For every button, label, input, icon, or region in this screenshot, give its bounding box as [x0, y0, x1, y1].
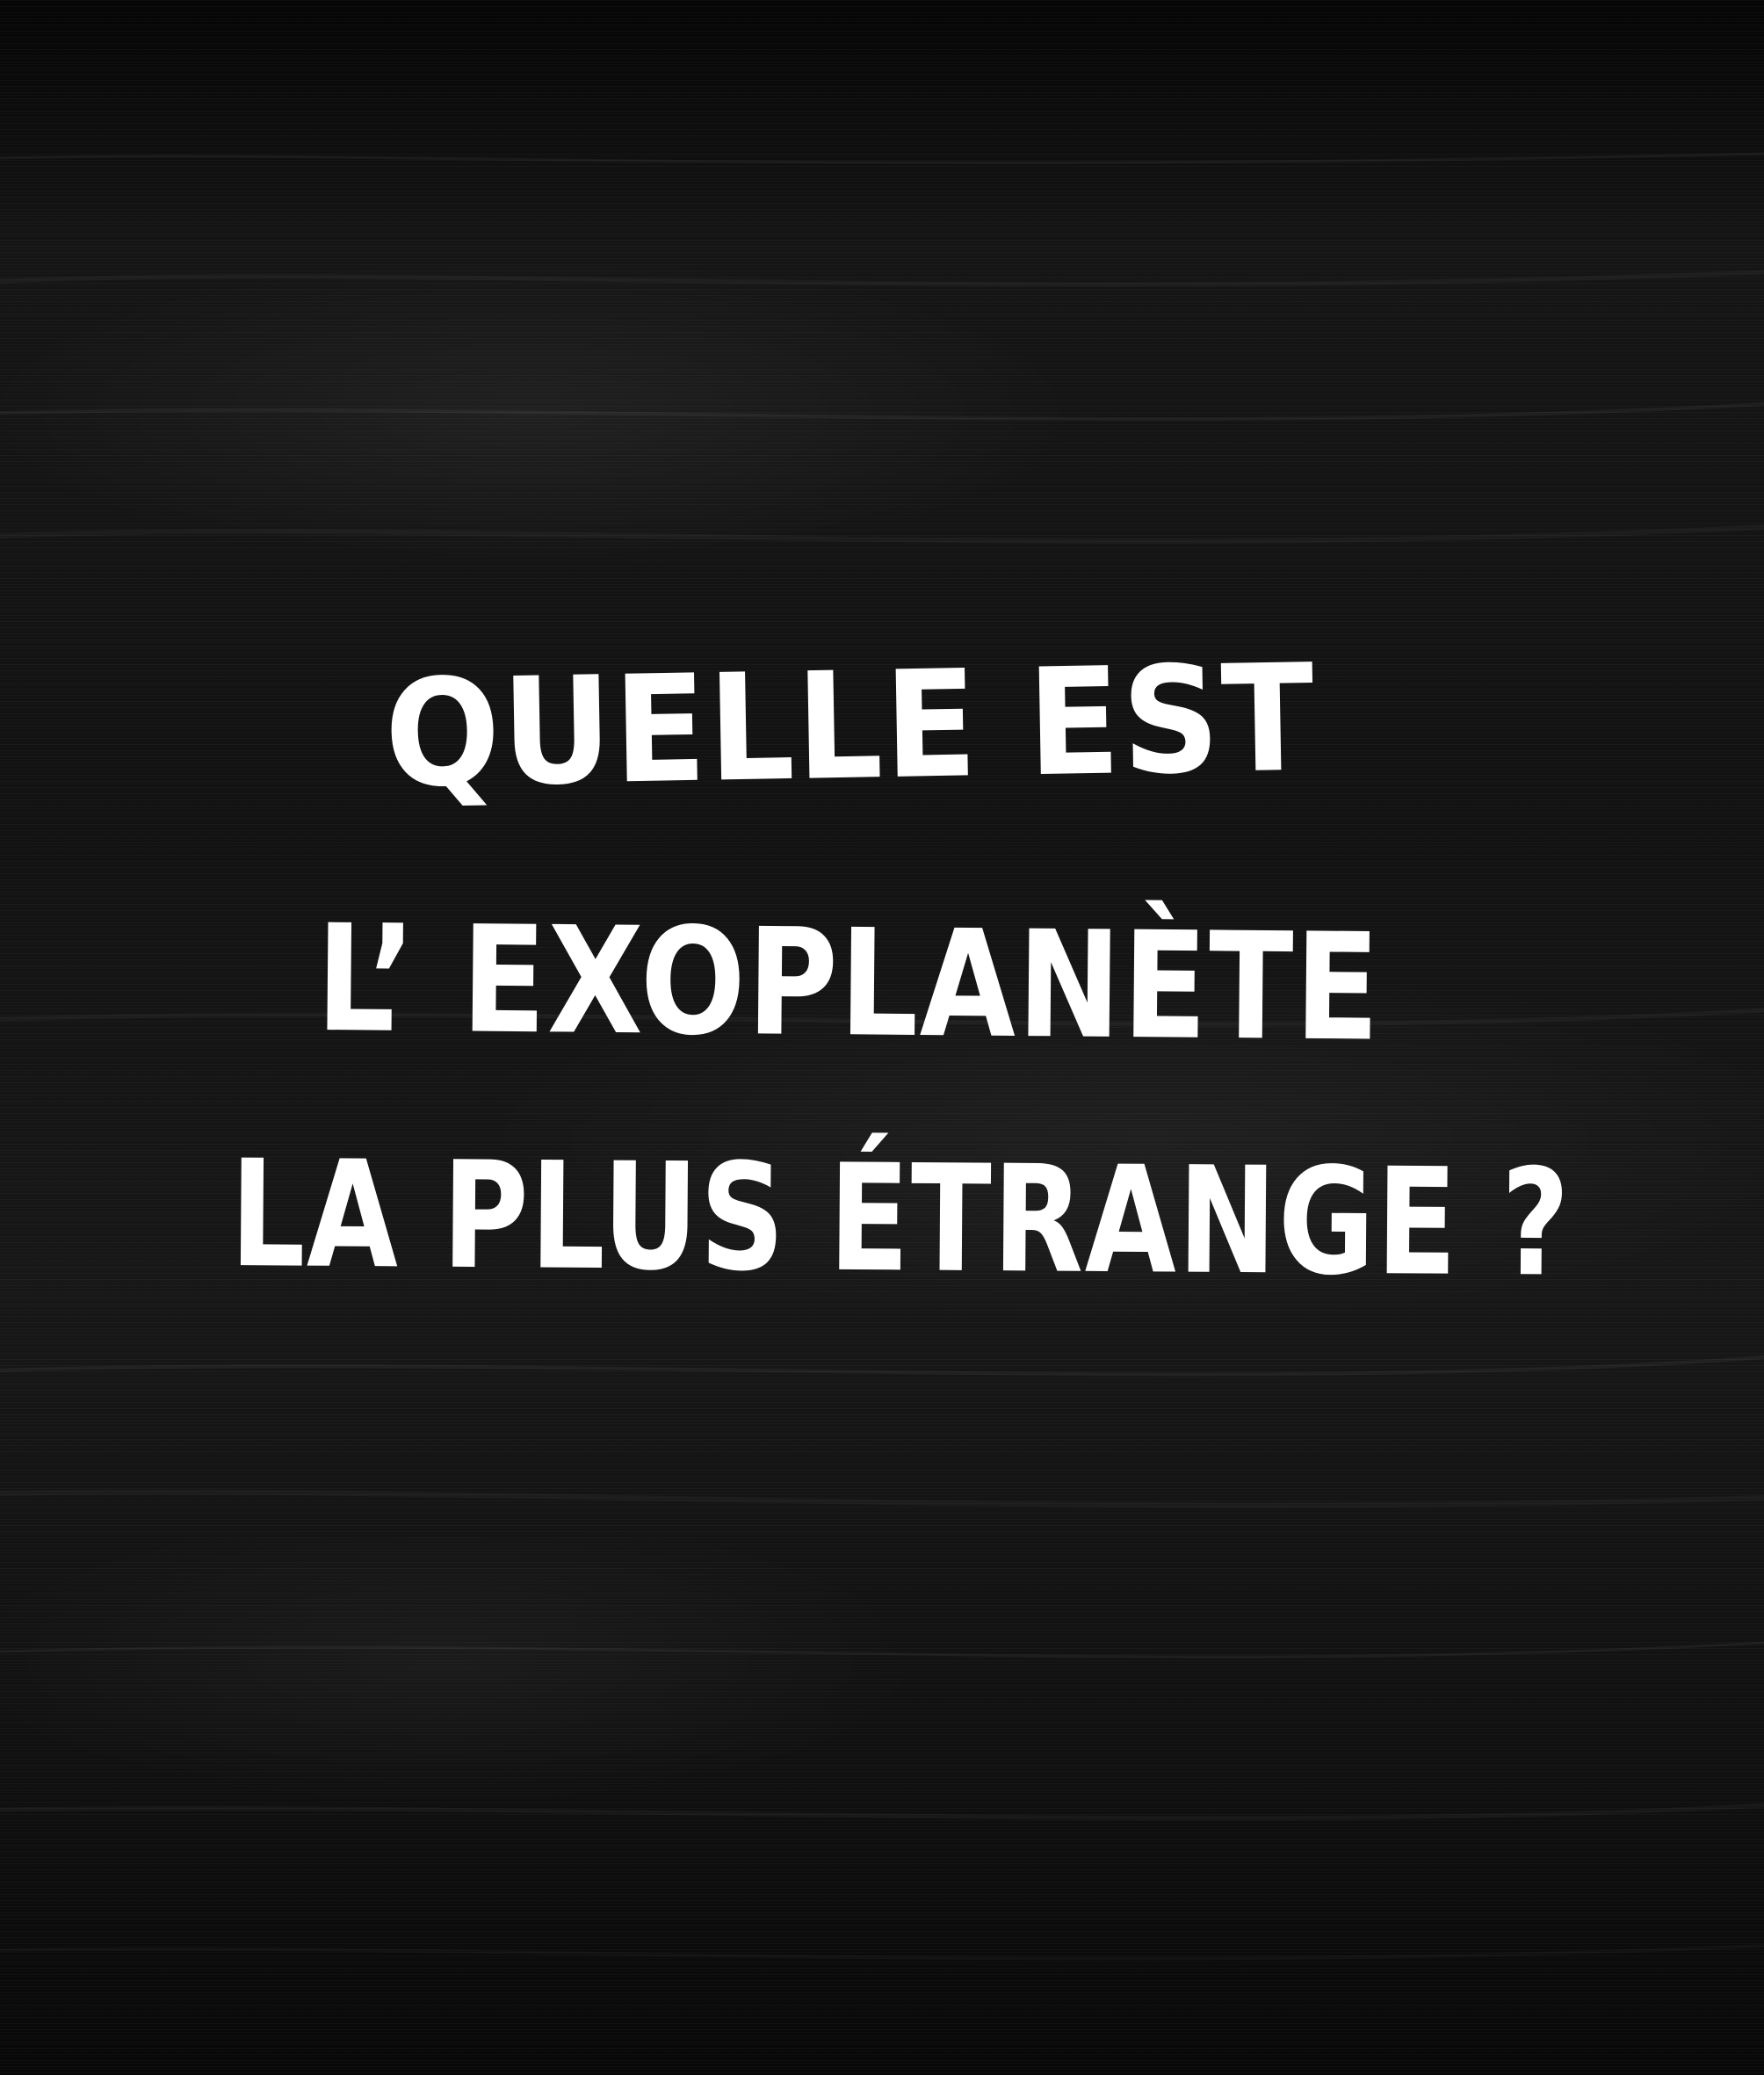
headline-line-1: QUELLE EST: [383, 632, 1318, 821]
headline: QUELLE EST L’ EXOPLANÈTE LA PLUS ÉTRANGE…: [0, 0, 1764, 2075]
headline-line-3: LA PLUS ÉTRANGE ?: [229, 1128, 1572, 1310]
chalkboard-background: QUELLE EST L’ EXOPLANÈTE LA PLUS ÉTRANGE…: [0, 0, 1764, 2075]
headline-line-2: L’ EXOPLANÈTE: [315, 893, 1382, 1074]
